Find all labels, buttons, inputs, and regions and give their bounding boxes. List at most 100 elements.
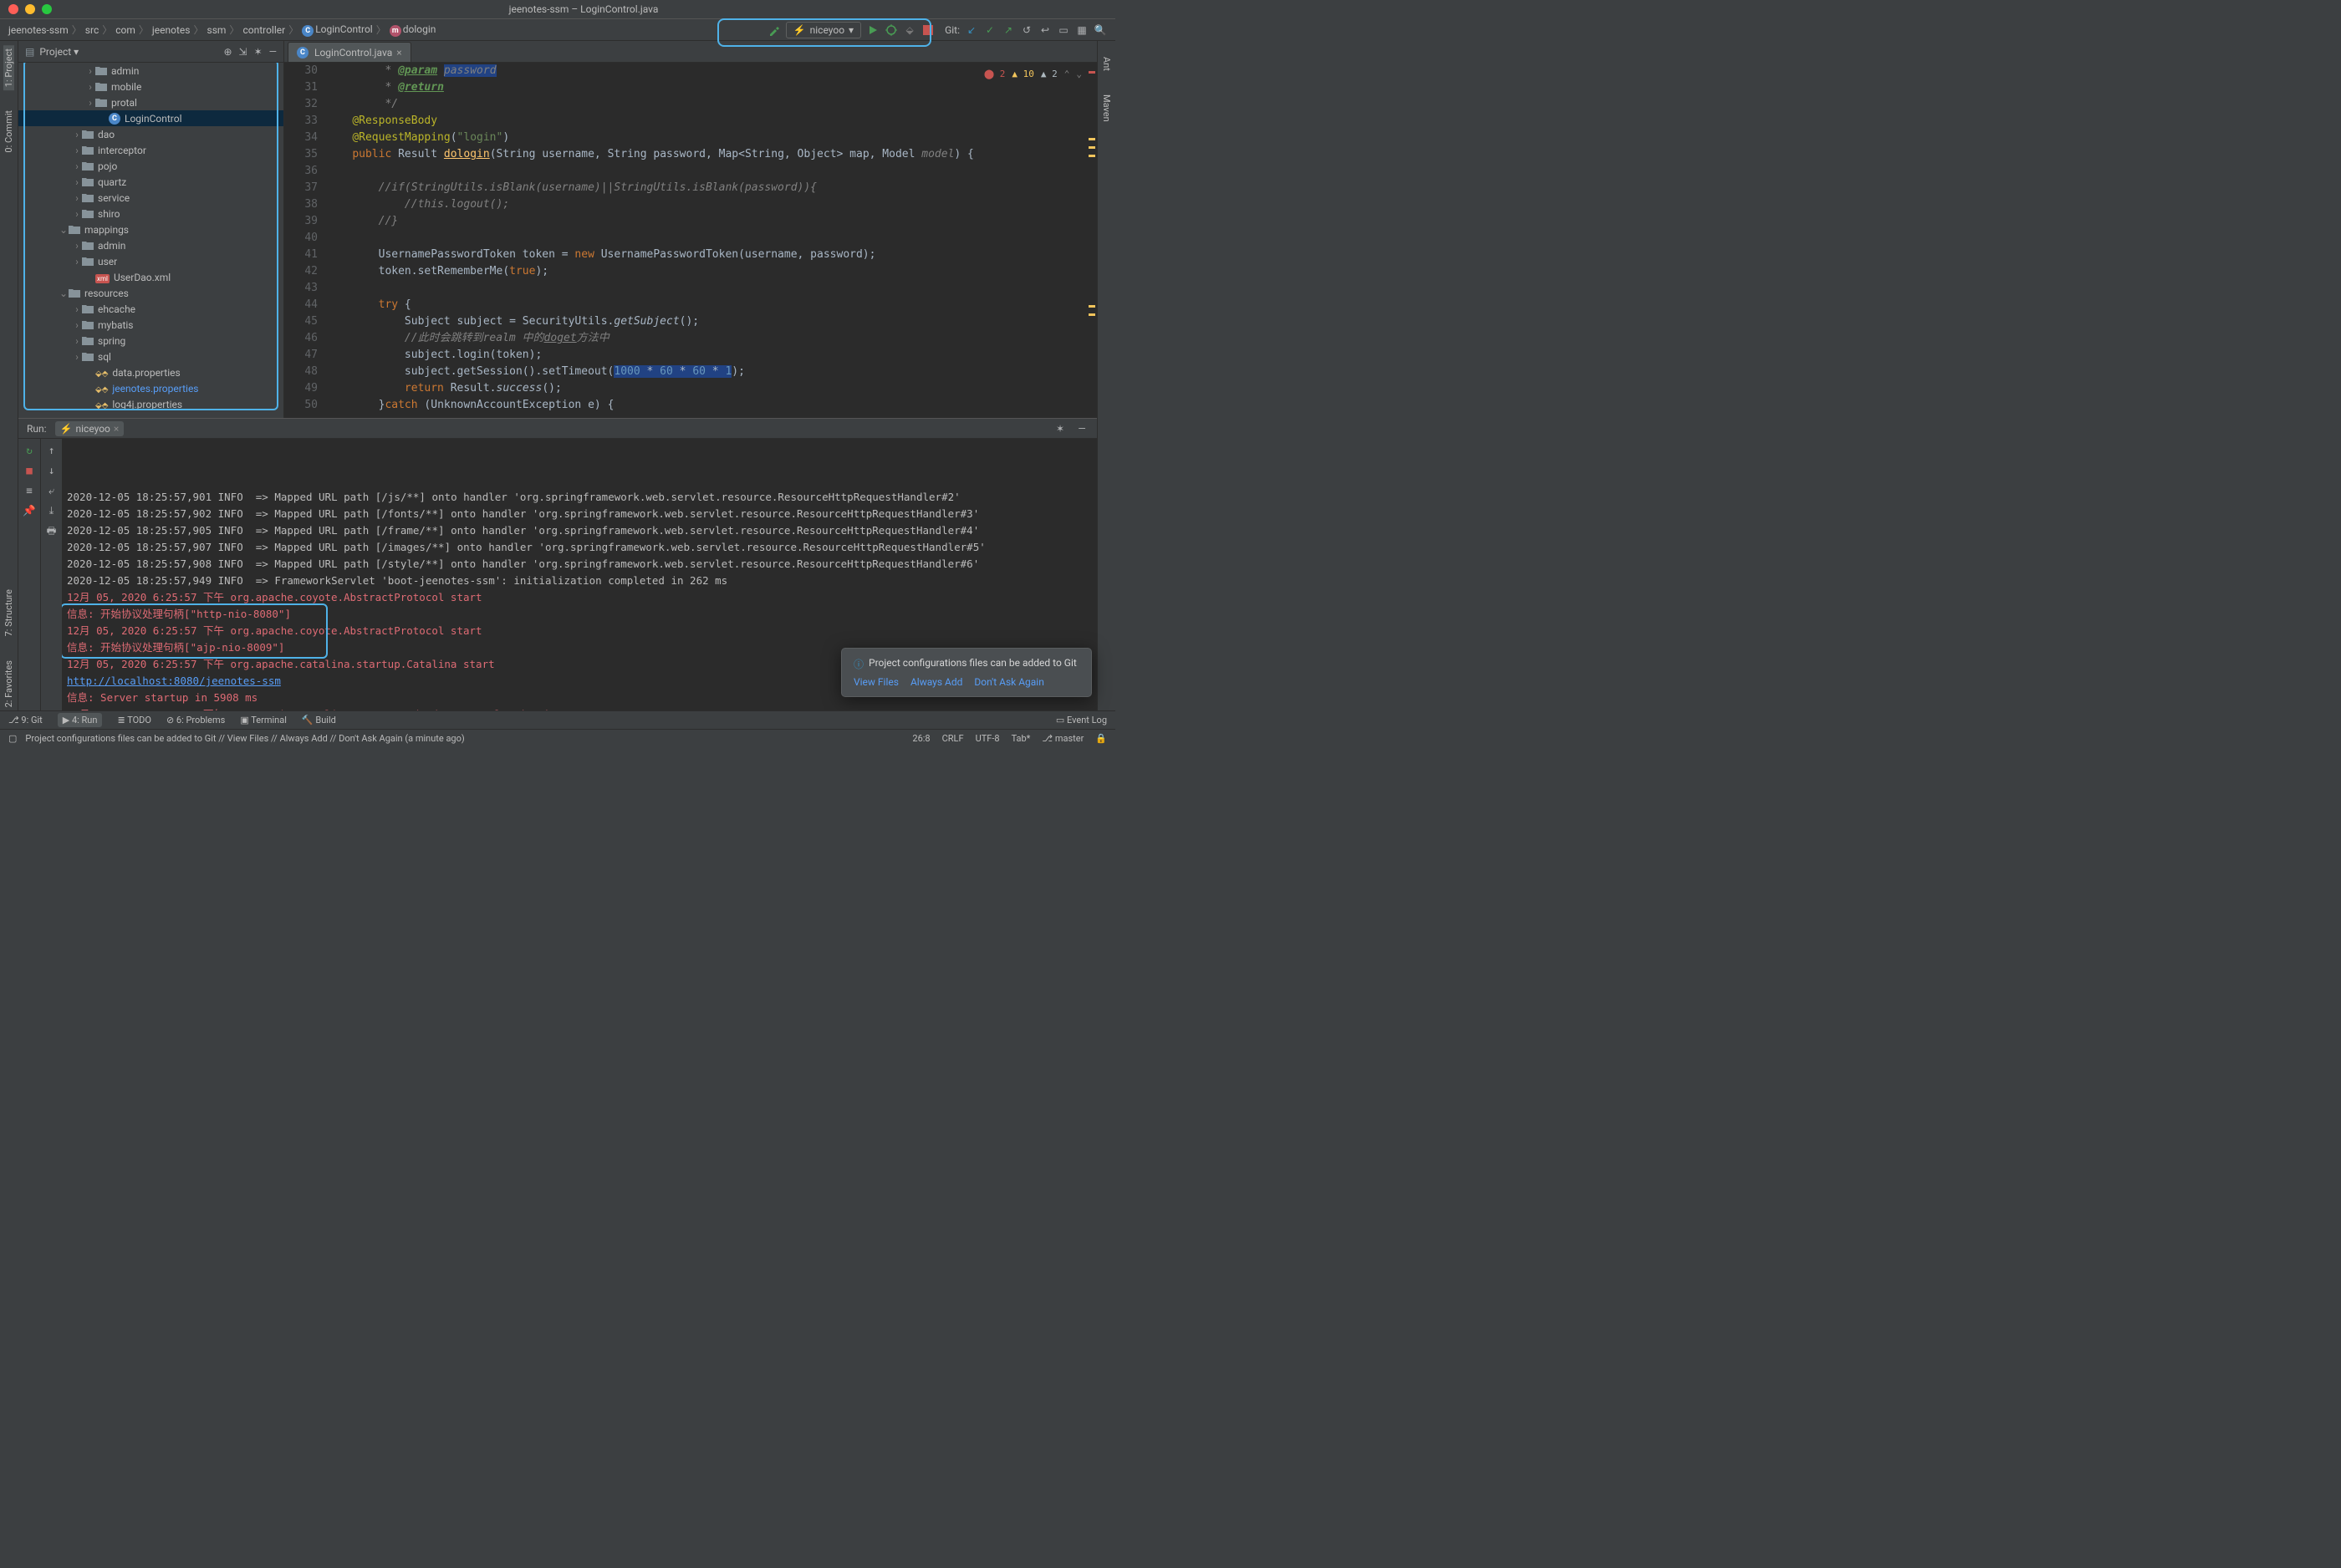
tree-node[interactable]: ›mybatis xyxy=(18,317,283,333)
tree-node[interactable]: ›dao xyxy=(18,126,283,142)
tree-node[interactable]: xmlUserDao.xml xyxy=(18,269,283,285)
hammer-build-icon[interactable] xyxy=(768,23,781,37)
event-log[interactable]: ▭ Event Log xyxy=(1056,715,1107,725)
window-title: jeenotes-ssm – LoginControl.java xyxy=(52,3,1115,15)
run-config-name: niceyoo xyxy=(810,24,844,36)
tool-tab-maven[interactable]: Maven xyxy=(1101,91,1112,125)
down-icon[interactable]: ↓ xyxy=(45,464,59,477)
tree-node[interactable]: ⌄resources xyxy=(18,285,283,301)
up-icon[interactable]: ↑ xyxy=(45,444,59,457)
rerun-icon[interactable]: ↻ xyxy=(23,444,36,457)
status-icon[interactable]: ▢ xyxy=(8,733,17,744)
bottom-tab-terminal[interactable]: ▣ Terminal xyxy=(240,715,287,725)
tree-node[interactable]: ›ehcache xyxy=(18,301,283,317)
bottom-tab-run[interactable]: ▶ 4: Run xyxy=(58,713,103,727)
run-config-selector[interactable]: ⚡ niceyoo ▾ xyxy=(786,22,861,38)
wrap-icon[interactable]: ⤶ xyxy=(45,484,59,497)
tool-tab-commit[interactable]: 0: Commit xyxy=(3,107,14,156)
gear-icon[interactable]: ✶ xyxy=(254,46,263,58)
hide-icon[interactable]: — xyxy=(269,46,277,58)
git-push-icon[interactable]: ↗ xyxy=(1002,23,1015,37)
close-window-icon[interactable] xyxy=(8,4,18,14)
inspections-widget[interactable]: ⬤ 2 ▲ 10 ▲ 2 ⌃ ⌄ xyxy=(984,66,1082,83)
bottom-tab-git[interactable]: ⎇ 9: Git xyxy=(8,715,43,725)
revert-icon[interactable]: ↩ xyxy=(1038,23,1052,37)
breadcrumb-item[interactable]: jeenotes xyxy=(152,24,191,36)
caret-pos[interactable]: 26:8 xyxy=(912,733,930,744)
bottom-tab-problems[interactable]: ⊘ 6: Problems xyxy=(166,715,225,725)
tree-node[interactable]: ›interceptor xyxy=(18,142,283,158)
close-tab-icon[interactable]: × xyxy=(396,47,401,59)
tree-node[interactable]: ›mobile xyxy=(18,79,283,94)
breadcrumb-item[interactable]: ssm xyxy=(207,24,227,36)
tree-node[interactable]: ⬙⬘data.properties xyxy=(18,364,283,380)
tree-node[interactable]: ⬙⬘log4j.properties xyxy=(18,396,283,412)
git-label: Git: xyxy=(945,24,960,36)
project-structure-icon[interactable]: ▭ xyxy=(1057,23,1070,37)
status-message: Project configurations files can be adde… xyxy=(25,733,464,744)
breadcrumb-item[interactable]: CLoginControl xyxy=(302,23,373,37)
debug-icon[interactable] xyxy=(885,23,898,37)
tree-node[interactable]: ›shiro xyxy=(18,206,283,221)
tree-node[interactable]: ›service xyxy=(18,190,283,206)
layout-icon[interactable]: ≡ xyxy=(23,484,36,497)
minimize-window-icon[interactable] xyxy=(25,4,35,14)
tree-node[interactable]: ›admin xyxy=(18,63,283,79)
breadcrumb-item[interactable]: jeenotes-ssm xyxy=(8,24,69,36)
tree-node[interactable]: ›quartz xyxy=(18,174,283,190)
lock-icon[interactable]: 🔒 xyxy=(1095,733,1107,744)
print-icon[interactable]: 🖶 xyxy=(45,524,59,537)
settings-icon[interactable]: ▦ xyxy=(1075,23,1089,37)
left-tool-window-strip: 1: Project 0: Commit 7: Structure 2: Fav… xyxy=(0,41,18,710)
history-icon[interactable]: ↺ xyxy=(1020,23,1033,37)
tool-tab-favorites[interactable]: 2: Favorites xyxy=(3,657,14,710)
bottom-tab-build[interactable]: 🔨 Build xyxy=(302,715,336,725)
coverage-icon[interactable]: ⬙ xyxy=(903,23,916,37)
git-branch[interactable]: ⎇ master xyxy=(1042,733,1084,744)
scroll-icon[interactable]: ⤓ xyxy=(45,504,59,517)
encoding[interactable]: UTF-8 xyxy=(976,733,1000,744)
tool-tab-ant[interactable]: Ant xyxy=(1101,53,1112,74)
run-icon[interactable] xyxy=(866,23,880,37)
editor-tab[interactable]: C LoginControl.java × xyxy=(288,42,411,62)
git-pull-icon[interactable]: ↙ xyxy=(965,23,978,37)
line-sep[interactable]: CRLF xyxy=(942,733,964,744)
tree-node[interactable]: ›admin xyxy=(18,237,283,253)
popup-always-add[interactable]: Always Add xyxy=(910,676,962,688)
popup-dont-ask[interactable]: Don't Ask Again xyxy=(974,676,1043,688)
tree-node[interactable]: CLoginControl xyxy=(18,110,283,126)
search-everywhere-icon[interactable]: 🔍 xyxy=(1094,23,1107,37)
tool-tab-structure[interactable]: 7: Structure xyxy=(3,586,14,639)
popup-message: Project configurations files can be adde… xyxy=(869,657,1077,671)
tree-node[interactable]: ⌄mappings xyxy=(18,221,283,237)
tree-node[interactable]: ›user xyxy=(18,253,283,269)
tree-node[interactable]: ›spring xyxy=(18,333,283,349)
stop-icon[interactable]: ■ xyxy=(23,464,36,477)
bottom-tab-todo[interactable]: ≣ TODO xyxy=(117,715,151,725)
expand-icon[interactable]: ⇲ xyxy=(239,46,247,58)
bottom-tool-tabs: ⎇ 9: Git ▶ 4: Run ≣ TODO ⊘ 6: Problems ▣… xyxy=(0,710,1115,729)
breadcrumb-item[interactable]: src xyxy=(85,24,99,36)
chevron-down-icon: ▾ xyxy=(849,24,854,36)
project-dropdown[interactable]: Project ▾ xyxy=(39,46,79,58)
locate-icon[interactable]: ⊕ xyxy=(223,46,232,58)
stop-icon[interactable] xyxy=(921,23,935,37)
hide-icon[interactable]: — xyxy=(1075,422,1089,435)
tree-node[interactable]: ›sql xyxy=(18,349,283,364)
navigation-bar: jeenotes-ssm〉src〉com〉jeenotes〉ssm〉contro… xyxy=(0,19,1115,41)
tree-node[interactable]: ›protal xyxy=(18,94,283,110)
tree-node[interactable]: ›pojo xyxy=(18,158,283,174)
breadcrumb-item[interactable]: com xyxy=(115,24,135,36)
maximize-window-icon[interactable] xyxy=(42,4,52,14)
gear-icon[interactable]: ✶ xyxy=(1053,422,1067,435)
git-commit-icon[interactable]: ✓ xyxy=(983,23,997,37)
run-tab[interactable]: ⚡niceyoo× xyxy=(55,421,125,436)
tree-node[interactable]: ⬙⬘jeenotes.properties xyxy=(18,380,283,396)
breadcrumb-item[interactable]: controller xyxy=(242,24,285,36)
window-controls[interactable] xyxy=(0,4,52,14)
indent[interactable]: Tab* xyxy=(1012,733,1031,744)
breadcrumb-item[interactable]: mdologin xyxy=(390,23,436,37)
popup-view-files[interactable]: View Files xyxy=(854,676,899,688)
pin-icon[interactable]: 📌 xyxy=(23,504,36,517)
tool-tab-project[interactable]: 1: Project xyxy=(3,45,14,90)
